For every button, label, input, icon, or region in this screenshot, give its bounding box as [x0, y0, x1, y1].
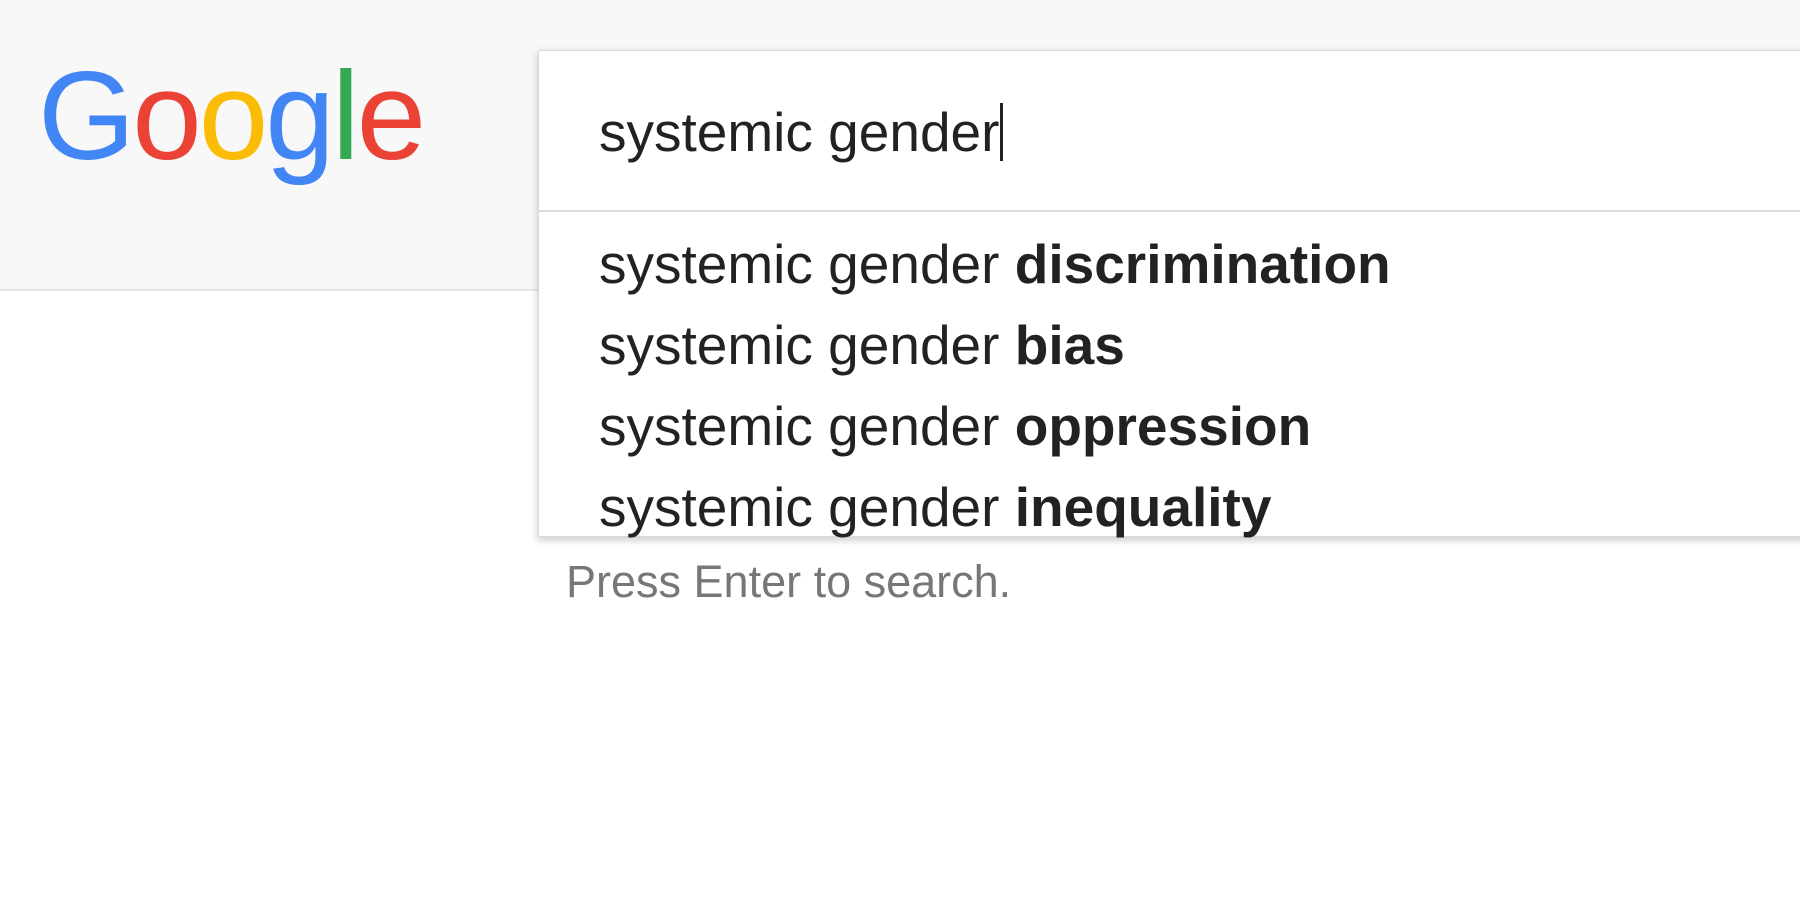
search-input[interactable]: systemic gender — [539, 51, 1800, 212]
autocomplete-suggestion[interactable]: systemic gender bias — [539, 305, 1800, 386]
logo-letter: o — [132, 47, 202, 186]
suggestion-completion: oppression — [1014, 395, 1312, 457]
suggestion-completion: inequality — [1014, 476, 1272, 538]
suggestion-completion: bias — [1014, 314, 1125, 376]
autocomplete-list: systemic gender discrimination systemic … — [539, 224, 1800, 548]
autocomplete-suggestion[interactable]: systemic gender oppression — [539, 386, 1800, 467]
text-caret — [1000, 103, 1004, 161]
press-enter-hint: Press Enter to search. — [566, 556, 1012, 607]
autocomplete-suggestion[interactable]: systemic gender inequality — [539, 467, 1800, 548]
suggestion-prefix: systemic gender — [599, 314, 1015, 376]
search-query-text[interactable]: systemic gender — [599, 101, 1004, 163]
search-box: systemic gender systemic gender discrimi… — [538, 50, 1800, 538]
search-query-value: systemic gender — [599, 101, 1000, 163]
logo-letter: G — [38, 47, 135, 186]
suggestion-prefix: systemic gender — [599, 233, 1015, 295]
autocomplete-suggestion[interactable]: systemic gender discrimination — [539, 224, 1800, 305]
suggestion-prefix: systemic gender — [599, 476, 1015, 538]
google-logo[interactable]: Google — [38, 47, 427, 186]
logo-letter: l — [331, 47, 360, 186]
suggestion-prefix: systemic gender — [599, 395, 1015, 457]
suggestion-completion: discrimination — [1014, 233, 1391, 295]
logo-letter: g — [265, 47, 335, 186]
logo-letter: e — [356, 47, 427, 186]
logo-letter: o — [198, 47, 269, 186]
